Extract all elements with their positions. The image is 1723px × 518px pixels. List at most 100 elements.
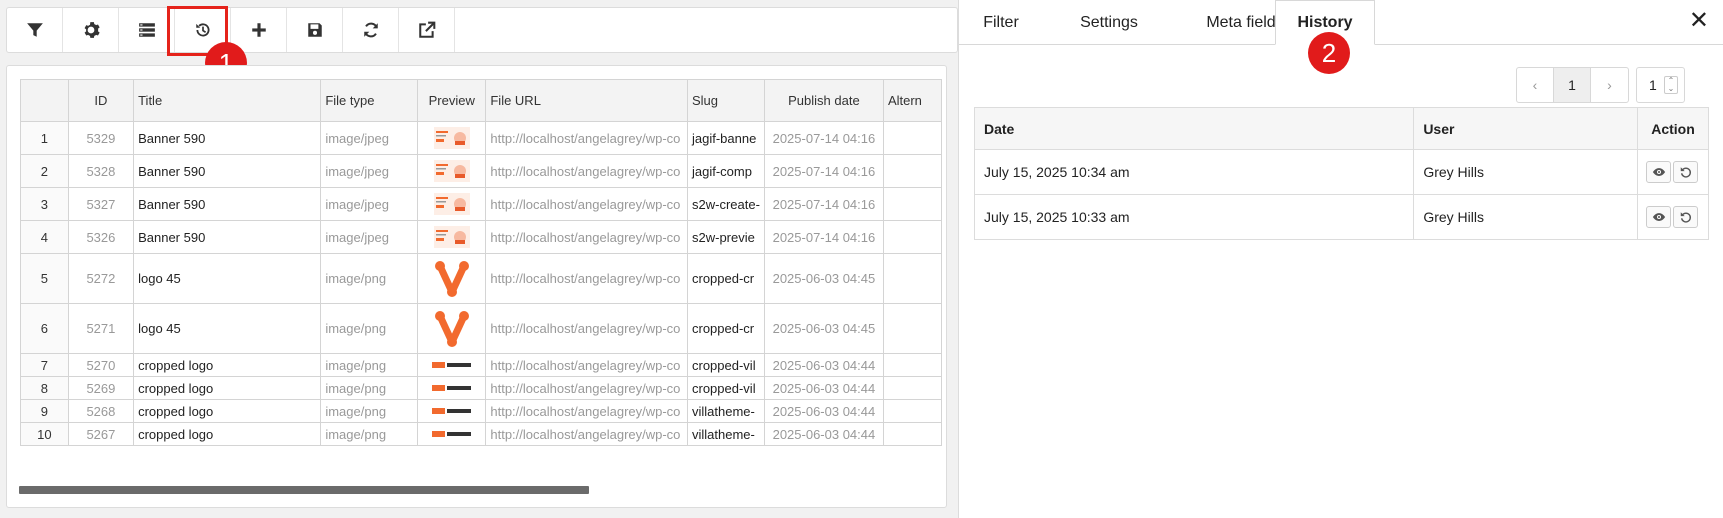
cell-title[interactable]: cropped logo [133, 399, 322, 423]
horizontal-scrollbar[interactable] [19, 486, 589, 494]
cell-id[interactable]: 5270 [67, 353, 135, 377]
cell-slug[interactable]: jagif-comp [687, 154, 765, 188]
table-row[interactable]: 10 5267 cropped logo image/png http://localh… [20, 422, 942, 446]
cell-file-url[interactable]: http://localhost/angelagrey/wp-co [485, 154, 688, 188]
cell-file-url[interactable]: http://localhost/angelagrey/wp-co [485, 303, 688, 354]
table-row[interactable]: 5 5272 logo 45 image/png http://localhost/an… [20, 253, 942, 304]
settings-button[interactable] [63, 8, 119, 52]
header-file-type[interactable]: File type [320, 79, 419, 122]
row-number[interactable]: 7 [20, 353, 69, 377]
cell-file-url[interactable]: http://localhost/angelagrey/wp-co [485, 253, 688, 304]
header-id[interactable]: ID [67, 79, 135, 122]
header-file-url[interactable]: File URL [485, 79, 688, 122]
table-row[interactable]: 9 5268 cropped logo image/png http://localho… [20, 399, 942, 423]
cell-alternative-text[interactable] [882, 253, 942, 304]
cell-file-url[interactable]: http://localhost/angelagrey/wp-co [485, 121, 688, 155]
cell-id[interactable]: 5329 [67, 121, 135, 155]
cell-preview[interactable] [417, 154, 487, 188]
restore-button[interactable] [1673, 206, 1698, 228]
open-external-button[interactable] [399, 8, 455, 52]
close-icon[interactable]: ✕ [1689, 6, 1709, 35]
cell-publish-date[interactable]: 2025-07-14 04:16 [763, 121, 884, 155]
row-number[interactable]: 1 [20, 121, 69, 155]
view-button[interactable] [1646, 161, 1671, 183]
row-number[interactable]: 10 [20, 422, 69, 446]
table-row[interactable]: 1 5329 Banner 590 image/jpeg http://localhos… [20, 121, 942, 155]
reload-button[interactable] [343, 8, 399, 52]
cell-file-url[interactable]: http://localhost/angelagrey/wp-co [485, 376, 688, 400]
cell-slug[interactable]: s2w-create- [687, 187, 765, 221]
header-rownum[interactable] [20, 79, 69, 122]
cell-publish-date[interactable]: 2025-06-03 04:44 [763, 376, 884, 400]
cell-file-url[interactable]: http://localhost/angelagrey/wp-co [485, 399, 688, 423]
next-page-button[interactable]: › [1591, 68, 1628, 102]
cell-file-type[interactable]: image/png [320, 303, 419, 354]
cell-alternative-text[interactable] [882, 303, 942, 354]
cell-preview[interactable] [417, 376, 487, 400]
cell-id[interactable]: 5327 [67, 187, 135, 221]
cell-preview[interactable] [417, 303, 487, 354]
cell-preview[interactable] [417, 253, 487, 304]
cell-alternative-text[interactable] [882, 220, 942, 254]
cell-preview[interactable] [417, 187, 487, 221]
cell-slug[interactable]: s2w-previe [687, 220, 765, 254]
cell-title[interactable]: Banner 590 [133, 154, 322, 188]
row-number[interactable]: 3 [20, 187, 69, 221]
cell-preview[interactable] [417, 220, 487, 254]
prev-page-button[interactable]: ‹ [1517, 68, 1554, 102]
cell-title[interactable]: cropped logo [133, 422, 322, 446]
row-number[interactable]: 2 [20, 154, 69, 188]
cell-slug[interactable]: cropped-vil [687, 376, 765, 400]
tab-settings[interactable]: Settings [1043, 0, 1175, 45]
cell-file-url[interactable]: http://localhost/angelagrey/wp-co [485, 353, 688, 377]
cell-publish-date[interactable]: 2025-06-03 04:45 [763, 303, 884, 354]
cell-publish-date[interactable]: 2025-06-03 04:44 [763, 353, 884, 377]
page-number-input[interactable]: 1 ⌃ ⌄ [1636, 67, 1685, 103]
restore-button[interactable] [1673, 161, 1698, 183]
cell-title[interactable]: Banner 590 [133, 187, 322, 221]
cell-id[interactable]: 5271 [67, 303, 135, 354]
table-row[interactable]: 4 5326 Banner 590 image/jpeg http://localhos… [20, 220, 942, 254]
header-preview[interactable]: Preview [417, 79, 487, 122]
cell-alternative-text[interactable] [882, 399, 942, 423]
cell-id[interactable]: 5326 [67, 220, 135, 254]
cell-slug[interactable]: villatheme- [687, 399, 765, 423]
page-current[interactable]: 1 [1554, 68, 1591, 102]
cell-alternative-text[interactable] [882, 121, 942, 155]
cell-slug[interactable]: cropped-cr [687, 303, 765, 354]
row-number[interactable]: 8 [20, 376, 69, 400]
cell-alternative-text[interactable] [882, 353, 942, 377]
row-number[interactable]: 4 [20, 220, 69, 254]
table-row[interactable]: 3 5327 Banner 590 image/jpeg http://localhos… [20, 187, 942, 221]
cell-file-url[interactable]: http://localhost/angelagrey/wp-co [485, 220, 688, 254]
cell-preview[interactable] [417, 422, 487, 446]
cell-file-url[interactable]: http://localhost/angelagrey/wp-co [485, 422, 688, 446]
cell-title[interactable]: logo 45 [133, 253, 322, 304]
table-row[interactable]: 2 5328 Banner 590 image/jpeg http://localhos… [20, 154, 942, 188]
cell-title[interactable]: Banner 590 [133, 121, 322, 155]
spinner-icon[interactable]: ⌃ ⌄ [1664, 76, 1678, 94]
cell-file-type[interactable]: image/jpeg [320, 220, 419, 254]
cell-preview[interactable] [417, 399, 487, 423]
cell-slug[interactable]: jagif-banne [687, 121, 765, 155]
view-button[interactable] [1646, 206, 1671, 228]
cell-title[interactable]: cropped logo [133, 376, 322, 400]
cell-alternative-text[interactable] [882, 154, 942, 188]
cell-id[interactable]: 5269 [67, 376, 135, 400]
cell-title[interactable]: cropped logo [133, 353, 322, 377]
row-number[interactable]: 9 [20, 399, 69, 423]
cell-alternative-text[interactable] [882, 187, 942, 221]
cell-file-type[interactable]: image/png [320, 399, 419, 423]
cell-id[interactable]: 5268 [67, 399, 135, 423]
cell-alternative-text[interactable] [882, 422, 942, 446]
cell-publish-date[interactable]: 2025-06-03 04:44 [763, 399, 884, 423]
cell-publish-date[interactable]: 2025-06-03 04:45 [763, 253, 884, 304]
save-button[interactable] [287, 8, 343, 52]
cell-slug[interactable]: cropped-vil [687, 353, 765, 377]
cell-publish-date[interactable]: 2025-06-03 04:44 [763, 422, 884, 446]
cell-alternative-text[interactable] [882, 376, 942, 400]
tab-filter[interactable]: Filter [959, 0, 1043, 45]
cell-file-type[interactable]: image/jpeg [320, 121, 419, 155]
header-title[interactable]: Title [133, 79, 322, 122]
filter-button[interactable] [7, 8, 63, 52]
